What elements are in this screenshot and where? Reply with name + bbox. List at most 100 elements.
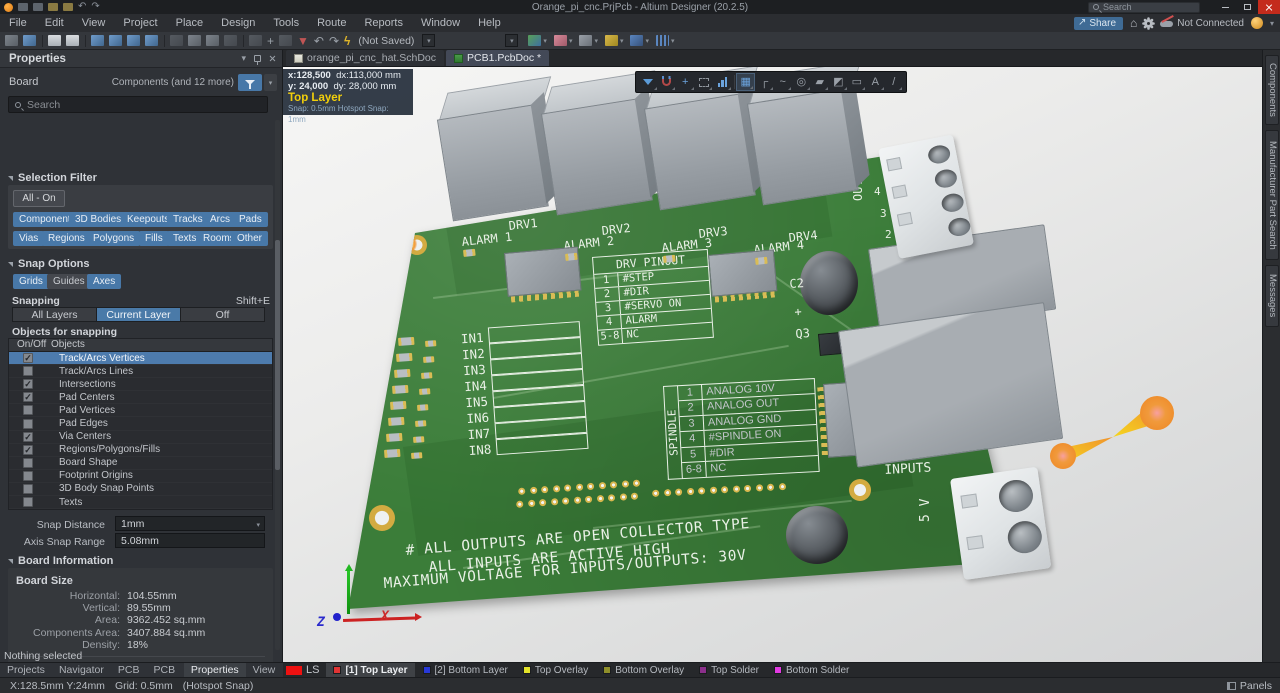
- align-icon[interactable]: [279, 35, 292, 46]
- undo-toolbar-icon[interactable]: ↶: [314, 35, 324, 47]
- gear-icon[interactable]: [1144, 19, 1153, 28]
- checkbox[interactable]: [23, 419, 33, 429]
- tab-pcb-filter[interactable]: PCB Filter: [146, 663, 183, 678]
- panel-menu-caret-icon[interactable]: ▾: [241, 53, 246, 64]
- table-row[interactable]: Pad Vertices: [9, 404, 272, 417]
- menu-file[interactable]: File: [0, 14, 36, 32]
- layer-sets-button[interactable]: LS: [286, 664, 319, 676]
- checkbox[interactable]: [23, 405, 33, 415]
- snap-mode-current-layer[interactable]: Current Layer: [97, 308, 181, 321]
- via-icon[interactable]: ◎: [792, 73, 811, 91]
- zoom-fit-icon[interactable]: [109, 35, 122, 46]
- undo-icon[interactable]: ↶: [78, 3, 86, 11]
- clear-filter-icon[interactable]: ▼: [297, 35, 309, 47]
- account-menu-caret-icon[interactable]: ▾: [1270, 19, 1274, 28]
- tab-schematic-doc[interactable]: orange_pi_cnc_hat.SchDoc: [286, 50, 444, 66]
- layer-tab-top[interactable]: [1] Top Layer: [326, 663, 414, 678]
- menu-route[interactable]: Route: [308, 14, 355, 32]
- tab-pcb-doc[interactable]: PCB1.PcbDoc *: [446, 50, 549, 66]
- table-row[interactable]: ✓Regions/Polygons/Fills: [9, 444, 272, 457]
- filter-all-on-button[interactable]: All - On: [13, 190, 65, 207]
- snap-grid-icon[interactable]: [630, 35, 643, 46]
- checkbox[interactable]: [23, 471, 33, 481]
- paste-icon[interactable]: [206, 35, 219, 46]
- snap-distance-select[interactable]: 1mm▾: [115, 516, 265, 531]
- filter-vias[interactable]: Vias: [13, 231, 44, 246]
- origin-crosshair-icon[interactable]: +: [676, 73, 695, 91]
- section-selection-filter[interactable]: Selection Filter: [8, 172, 97, 184]
- print-preview-icon[interactable]: [66, 35, 79, 46]
- filter-polygons[interactable]: Polygons: [87, 231, 140, 246]
- minimize-button[interactable]: [1214, 0, 1236, 14]
- open-document-icon[interactable]: [5, 35, 18, 46]
- section-board-information[interactable]: Board Information: [8, 555, 113, 567]
- filter-other[interactable]: Other: [231, 231, 268, 246]
- layer-stack-icon[interactable]: [554, 35, 567, 46]
- snap-mode-all-layers[interactable]: All Layers: [13, 308, 97, 321]
- snap-mode-off[interactable]: Off: [181, 308, 264, 321]
- open-project-icon[interactable]: [63, 3, 73, 11]
- tab-navigator[interactable]: Navigator: [52, 663, 111, 678]
- avatar[interactable]: [1251, 17, 1263, 29]
- checkbox[interactable]: ✓: [23, 353, 33, 363]
- snap-axes-toggle[interactable]: Axes: [87, 274, 121, 289]
- table-row[interactable]: ✓Track/Arcs Vertices: [9, 352, 272, 365]
- table-row[interactable]: Board Shape: [9, 457, 272, 470]
- layer-tab-top-overlay[interactable]: Top Overlay: [516, 663, 595, 678]
- move-objects-icon[interactable]: ◩: [829, 73, 848, 91]
- filter-regions[interactable]: Regions: [42, 231, 91, 246]
- checkbox[interactable]: [23, 458, 33, 468]
- filter-fills[interactable]: Fills: [139, 231, 169, 246]
- text-icon[interactable]: A: [866, 73, 885, 91]
- checkbox[interactable]: ✓: [23, 392, 33, 402]
- select-area-icon[interactable]: [695, 73, 714, 91]
- table-row[interactable]: 3D Body Snap Points: [9, 483, 272, 496]
- redo-icon[interactable]: ↷: [91, 3, 99, 11]
- layer-tab-bottom[interactable]: [2] Bottom Layer: [416, 663, 515, 678]
- tab-pcb[interactable]: PCB: [111, 663, 147, 678]
- redo-toolbar-icon[interactable]: ↷: [329, 35, 339, 47]
- panels-button[interactable]: Panels: [1227, 680, 1272, 692]
- panel-scrollbar[interactable]: [275, 120, 280, 650]
- place-3d-body-icon[interactable]: ▰: [811, 73, 830, 91]
- close-button[interactable]: [1258, 0, 1280, 14]
- open-icon[interactable]: [48, 3, 58, 11]
- filter-3d-bodies[interactable]: 3D Bodies: [69, 212, 127, 227]
- save-icon[interactable]: [18, 3, 28, 11]
- table-row[interactable]: Pad Edges: [9, 417, 272, 430]
- layer-tab-top-solder[interactable]: Top Solder: [692, 663, 766, 678]
- measure-icon[interactable]: ▭: [848, 73, 867, 91]
- filter-pads[interactable]: Pads: [233, 212, 268, 227]
- panel-tab-manufacturer-part-search[interactable]: Manufacturer Part Search: [1265, 130, 1279, 260]
- global-search-input[interactable]: Search: [1088, 2, 1200, 13]
- table-row[interactable]: ✓Pad Centers: [9, 391, 272, 404]
- zoom-area-icon[interactable]: [91, 35, 104, 46]
- snap-guides-toggle[interactable]: Guides: [47, 274, 91, 289]
- section-snap-options[interactable]: Snap Options: [8, 258, 90, 270]
- menu-design[interactable]: Design: [212, 14, 264, 32]
- menu-edit[interactable]: Edit: [36, 14, 73, 32]
- find-similar-icon[interactable]: [579, 35, 592, 46]
- panel-tab-components[interactable]: Components: [1265, 55, 1279, 125]
- menu-place[interactable]: Place: [167, 14, 213, 32]
- panel-tab-messages[interactable]: Messages: [1265, 265, 1279, 327]
- measure-tool-icon[interactable]: [605, 35, 618, 46]
- tune-wave-icon[interactable]: ~: [774, 73, 793, 91]
- route-icon[interactable]: ┌: [755, 73, 774, 91]
- menu-view[interactable]: View: [73, 14, 115, 32]
- home-icon[interactable]: ⌂: [1130, 17, 1137, 29]
- selection-rect-icon[interactable]: [249, 35, 262, 46]
- place-component-icon[interactable]: ▦: [736, 73, 755, 91]
- pcb-3d-viewport[interactable]: x:128,500 dx:113,000 mm y: 24,000 dy: 28…: [283, 66, 1262, 662]
- axis-snap-range-input[interactable]: 5.08mm: [115, 533, 265, 548]
- table-row[interactable]: ✓Via Centers: [9, 431, 272, 444]
- table-row[interactable]: ✓Intersections: [9, 378, 272, 391]
- checkbox[interactable]: [23, 366, 33, 376]
- save-document-icon[interactable]: [23, 35, 36, 46]
- select-objects-icon[interactable]: [127, 35, 140, 46]
- checkbox[interactable]: [23, 484, 33, 494]
- print-icon[interactable]: [48, 35, 61, 46]
- cut-icon[interactable]: [170, 35, 183, 46]
- object-filter-button[interactable]: [238, 74, 262, 91]
- filter-icon[interactable]: [639, 73, 658, 91]
